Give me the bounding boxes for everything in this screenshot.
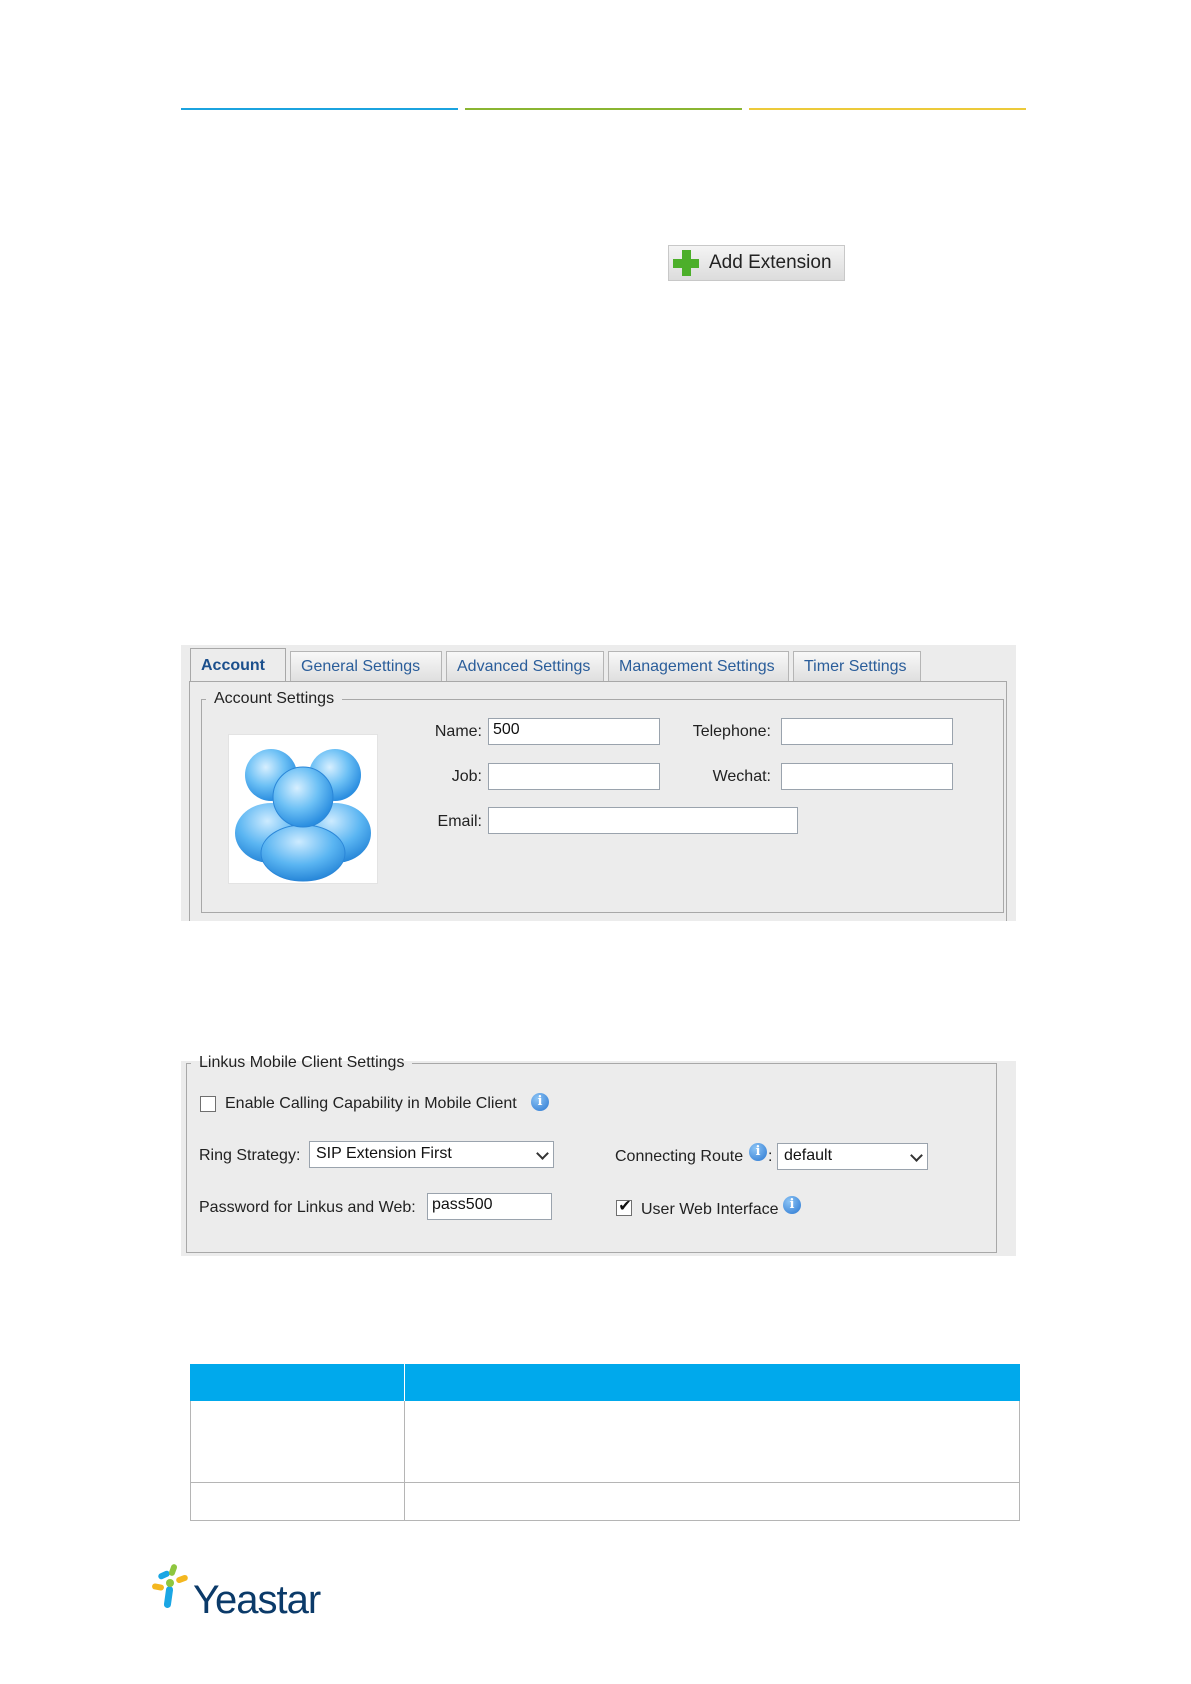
telephone-field[interactable] — [781, 718, 953, 745]
password-field[interactable]: pass500 — [427, 1193, 552, 1220]
plus-icon — [673, 248, 699, 278]
job-field[interactable] — [488, 763, 660, 790]
settings-tabs: Account General Settings Advanced Settin… — [190, 648, 925, 682]
wechat-field[interactable] — [781, 763, 953, 790]
ring-strategy-value: SIP Extension First — [316, 1145, 452, 1162]
enable-calling-label: Enable Calling Capability in Mobile Clie… — [225, 1095, 517, 1112]
account-settings-title: Account Settings — [214, 690, 335, 707]
header-rule-blue — [181, 108, 458, 110]
tab-account[interactable]: Account — [190, 648, 286, 682]
telephone-label: Telephone: — [692, 723, 771, 740]
tab-management-settings[interactable]: Management Settings — [608, 651, 789, 682]
table-divider — [404, 1364, 405, 1401]
header-rule-green — [465, 108, 742, 110]
yeastar-logo-icon — [150, 1562, 194, 1614]
connecting-route-colon: : — [768, 1148, 773, 1165]
tab-general-settings[interactable]: General Settings — [290, 651, 442, 682]
add-extension-label: Add Extension — [709, 252, 832, 273]
user-web-interface-label: User Web Interface — [641, 1201, 779, 1218]
linkus-settings-title: Linkus Mobile Client Settings — [199, 1054, 405, 1071]
chevron-down-icon — [910, 1149, 923, 1162]
user-web-interface-checkbox[interactable]: ✔ — [616, 1198, 632, 1216]
ring-strategy-label: Ring Strategy: — [199, 1147, 301, 1164]
info-icon[interactable]: i — [531, 1093, 549, 1111]
email-label: Email: — [437, 813, 482, 830]
wechat-label: Wechat: — [712, 768, 771, 785]
user-group-icon — [228, 734, 378, 884]
enable-calling-checkbox[interactable] — [200, 1096, 216, 1112]
name-field[interactable]: 500 — [488, 718, 660, 745]
connecting-route-value: default — [784, 1147, 833, 1164]
connecting-route-label: Connecting Route — [615, 1148, 744, 1165]
add-extension-button[interactable]: Add Extension — [668, 245, 845, 281]
table-border-right — [1019, 1401, 1020, 1521]
tab-advanced-settings[interactable]: Advanced Settings — [446, 651, 604, 682]
checkmark-icon: ✔ — [618, 1198, 632, 1215]
table-border-bottom — [190, 1520, 1020, 1521]
connecting-route-select[interactable]: default — [777, 1143, 928, 1170]
chevron-down-icon — [536, 1147, 549, 1160]
password-label: Password for Linkus and Web: — [199, 1199, 416, 1216]
info-icon[interactable]: i — [749, 1143, 767, 1161]
header-rule-yellow — [749, 108, 1026, 110]
job-label: Job: — [451, 768, 482, 785]
table-header-row — [190, 1364, 1020, 1401]
email-field[interactable] — [488, 807, 798, 834]
yeastar-logo-text: Yeastar — [193, 1578, 321, 1622]
table-row-divider — [190, 1482, 1020, 1483]
name-label: Name: — [434, 723, 482, 740]
info-icon[interactable]: i — [783, 1196, 801, 1214]
table-border-left — [190, 1401, 191, 1521]
tab-timer-settings[interactable]: Timer Settings — [793, 651, 921, 682]
table-border-middle — [404, 1401, 405, 1521]
ring-strategy-select[interactable]: SIP Extension First — [309, 1141, 554, 1168]
